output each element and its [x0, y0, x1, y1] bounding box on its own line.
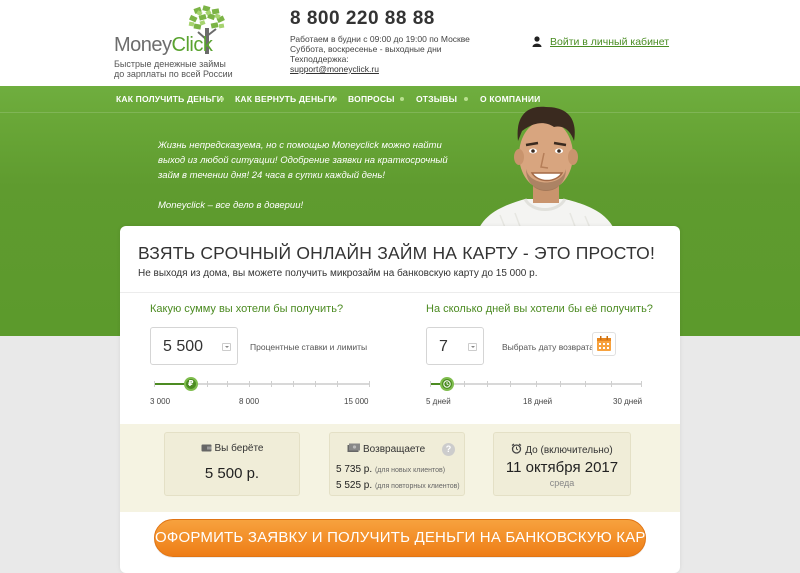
amount-input[interactable]: 5 500	[150, 327, 238, 365]
help-icon[interactable]: ?	[442, 443, 455, 456]
nav-separator	[464, 97, 468, 101]
login-link[interactable]: Войти в личный кабинет	[532, 36, 669, 48]
due-weekday: среда	[549, 478, 575, 488]
ruble-icon: ₽	[188, 379, 194, 388]
take-value: 5 500 р.	[204, 465, 260, 482]
days-slider-handle[interactable]	[440, 377, 454, 391]
slider-tick	[510, 381, 511, 387]
loan-summary: Вы берёте 5 500 р. Возвращаете ? 5 735 р…	[120, 424, 680, 512]
summary-return-box: Возвращаете ? 5 735 р. (для новых клиент…	[329, 432, 465, 496]
chevron-down-icon[interactable]	[468, 343, 477, 351]
divider	[120, 292, 680, 293]
chevron-down-icon[interactable]	[222, 343, 231, 351]
rates-limits-note: Процентные ставки и лимиты	[250, 342, 368, 352]
smiling-man-illustration	[475, 106, 618, 240]
calculator-subtitle: Не выходя из дома, вы можете получить ми…	[138, 268, 538, 279]
days-input[interactable]: 7	[426, 327, 484, 365]
return-repeat-clients: 5 525 р. (для повторных клиентов)	[336, 480, 460, 491]
days-mid-label: 18 дней	[523, 397, 553, 406]
nav-item-questions[interactable]: ВОПРОСЫ	[348, 94, 395, 104]
slider-tick	[430, 381, 431, 387]
days-value: 7	[439, 338, 448, 355]
amount-max-label: 15 000	[344, 397, 369, 406]
support-email-link[interactable]: support@moneyclick.ru	[290, 64, 490, 74]
days-min-label: 5 дней	[426, 397, 451, 406]
site-header: MoneyClick Быстрые денежные займы до зар…	[0, 0, 800, 86]
nav-separator	[400, 97, 404, 101]
slider-tick	[536, 381, 537, 387]
nav-separator	[333, 97, 337, 101]
slider-tick	[487, 381, 488, 387]
choose-return-date-note: Выбрать дату возврата	[502, 342, 594, 352]
amount-min-label: 3 000	[150, 397, 171, 406]
nav-separator	[220, 97, 224, 101]
slider-tick	[315, 381, 316, 387]
slider-tick	[227, 381, 228, 387]
slider-tick	[154, 381, 155, 387]
amount-value: 5 500	[163, 338, 204, 355]
calculator-title: ВЗЯТЬ СРОЧНЫЙ ОНЛАЙН ЗАЙМ НА КАРТУ - ЭТО…	[138, 243, 656, 263]
slider-tick	[337, 381, 338, 387]
amount-mid-label: 8 000	[239, 397, 260, 406]
days-question: На сколько дней вы хотели бы её получить…	[426, 303, 653, 315]
slider-tick	[293, 381, 294, 387]
main-nav: КАК ПОЛУЧИТЬ ДЕНЬГИ КАК ВЕРНУТЬ ДЕНЬГИ В…	[0, 86, 800, 112]
calendar-button[interactable]	[592, 332, 616, 356]
return-new-clients: 5 735 р. (для новых клиентов)	[336, 464, 446, 475]
phone-number[interactable]: 8 800 220 88 88	[290, 8, 435, 30]
slider-tick	[207, 381, 208, 387]
clock-icon	[443, 380, 451, 388]
slider-tick	[249, 381, 250, 387]
logo-tagline: Быстрые денежные займы до зарплаты по вс…	[114, 59, 233, 79]
due-date: 11 октября 2017	[505, 459, 619, 476]
slider-tick	[271, 381, 272, 387]
alarm-clock-icon	[511, 443, 522, 454]
return-label: Возвращаете	[347, 443, 425, 455]
take-label: Вы берёте	[165, 443, 299, 454]
user-icon	[532, 36, 542, 47]
summary-due-box: До (включительно) 11 октября 2017 среда	[493, 432, 631, 496]
nav-divider	[0, 112, 800, 113]
nav-item-how-to-return[interactable]: КАК ВЕРНУТЬ ДЕНЬГИ	[235, 94, 335, 104]
money-icon	[347, 443, 360, 452]
slider-tick	[560, 381, 561, 387]
slider-tick	[464, 381, 465, 387]
nav-item-reviews[interactable]: ОТЗЫВЫ	[416, 94, 457, 104]
calendar-icon	[597, 336, 611, 351]
amount-slider-handle[interactable]: ₽	[184, 377, 198, 391]
hero-slogan: Жизнь непредсказуема, но с помощью Money…	[158, 140, 448, 211]
apply-button[interactable]: ОФОРМИТЬ ЗАЯВКУ И ПОЛУЧИТЬ ДЕНЬГИ НА БАН…	[154, 519, 664, 557]
contact-info: Работаем в будни с 09:00 до 19:00 по Мос…	[290, 34, 490, 74]
slider-tick	[369, 381, 370, 387]
amount-question: Какую сумму вы хотели бы получить?	[150, 303, 344, 315]
wallet-icon	[201, 444, 212, 452]
loan-calculator-card: ВЗЯТЬ СРОЧНЫЙ ОНЛАЙН ЗАЙМ НА КАРТУ - ЭТО…	[120, 226, 680, 573]
summary-take-box: Вы берёте 5 500 р.	[164, 432, 300, 496]
slider-tick	[641, 381, 642, 387]
slider-tick	[585, 381, 586, 387]
logo-wordmark: MoneyClick	[114, 34, 213, 56]
nav-item-how-to-get[interactable]: КАК ПОЛУЧИТЬ ДЕНЬГИ	[116, 94, 223, 104]
slider-tick	[611, 381, 612, 387]
logo[interactable]: MoneyClick Быстрые денежные займы до зар…	[112, 4, 233, 79]
due-label: До (включительно)	[494, 443, 630, 456]
days-max-label: 30 дней	[613, 397, 643, 406]
